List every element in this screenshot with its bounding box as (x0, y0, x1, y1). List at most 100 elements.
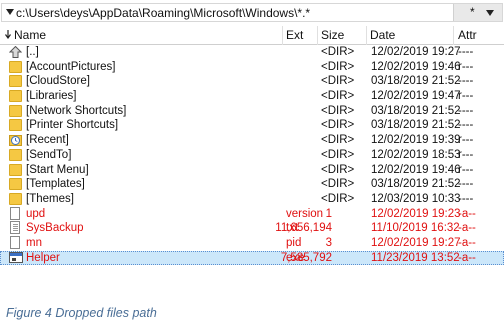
folder-icon (9, 90, 22, 103)
file-name: [Libraries] (26, 90, 77, 103)
file-name: [Printer Shortcuts] (26, 119, 119, 132)
text-file-icon (9, 221, 22, 235)
file-size: <DIR> (321, 60, 355, 73)
file-row[interactable]: mn pid 3 12/02/2019 19:27 -a-- (0, 235, 504, 251)
file-date: 12/02/2019 19:27 (371, 236, 461, 249)
file-attr: -a-- (458, 207, 476, 220)
file-row[interactable]: [SendTo] <DIR> 12/02/2019 18:53 r--- (0, 148, 504, 163)
file-size: 3 (325, 236, 332, 249)
file-row[interactable]: SysBackup txt 11,656,194 11/10/2019 16:32 -a… (0, 221, 504, 236)
file-row[interactable]: Helper exe 7,585,792 11/23/2019 13:52 -a-- (0, 250, 504, 266)
file-size: <DIR> (321, 178, 355, 191)
filter-dropdown-icon[interactable] (486, 10, 494, 16)
file-date: 12/03/2019 10:33 (371, 192, 461, 205)
file-list: [..] <DIR> 12/02/2019 19:27 ---- [AccountPic… (0, 45, 504, 266)
file-attr: ---- (458, 75, 474, 88)
recent-icon (9, 134, 22, 147)
file-size: <DIR> (321, 90, 355, 103)
file-name: mn (26, 236, 42, 249)
file-icon (9, 206, 22, 220)
file-attr: ---- (458, 178, 474, 191)
file-name: [CloudStore] (26, 75, 90, 88)
file-row[interactable]: [Start Menu] <DIR> 12/02/2019 19:46 r--- (0, 163, 504, 178)
column-date[interactable]: Date (370, 28, 395, 42)
file-row[interactable]: [Templates] <DIR> 03/18/2019 21:52 ---- (0, 177, 504, 192)
filter-box[interactable]: * (453, 4, 502, 21)
file-date: 12/02/2019 18:53 (371, 148, 461, 161)
file-size: <DIR> (321, 134, 355, 147)
column-ext[interactable]: Ext (286, 28, 303, 42)
folder-icon (9, 60, 22, 73)
file-attr: -a-- (458, 222, 476, 235)
file-row[interactable]: [Network Shortcuts] <DIR> 03/18/2019 21:52… (0, 104, 504, 119)
file-row[interactable]: [Recent] <DIR> 12/02/2019 19:39 r--- (0, 133, 504, 148)
file-name: [Network Shortcuts] (26, 104, 127, 117)
file-size: <DIR> (321, 192, 355, 205)
file-size: <DIR> (321, 104, 355, 117)
file-row[interactable]: [AccountPictures] <DIR> 12/02/2019 19:46 r-… (0, 60, 504, 75)
file-attr: ---- (458, 192, 474, 205)
column-attr[interactable]: Attr (458, 28, 477, 42)
path-bar[interactable]: c:\Users\deys\AppData\Roaming\Microsoft\… (1, 3, 503, 22)
file-date: 12/02/2019 19:46 (371, 163, 461, 176)
file-name: [AccountPictures] (26, 60, 116, 73)
folder-icon (9, 119, 22, 132)
file-row[interactable]: upd version 1 12/02/2019 19:23 -a-- (0, 206, 504, 222)
file-name: [Themes] (26, 192, 74, 205)
column-divider[interactable] (282, 26, 283, 45)
column-name[interactable]: Name (14, 28, 46, 42)
figure-caption: Figure 4 Dropped files path (6, 306, 157, 320)
file-name: [..] (26, 46, 39, 58)
file-manager-screenshot: c:\Users\deys\AppData\Roaming\Microsoft\… (0, 0, 504, 331)
sort-descending-icon (5, 30, 11, 39)
file-size: 11,656,194 (275, 222, 332, 235)
file-name: SysBackup (26, 222, 84, 235)
file-row[interactable]: [..] <DIR> 12/02/2019 19:27 ---- (0, 45, 504, 60)
column-divider[interactable] (317, 26, 318, 45)
file-row[interactable]: [Libraries] <DIR> 12/02/2019 19:47 r--- (0, 89, 504, 104)
file-date: 12/02/2019 19:27 (371, 46, 461, 58)
column-size[interactable]: Size (321, 28, 344, 42)
folder-icon (9, 192, 22, 205)
file-size: <DIR> (321, 75, 355, 88)
file-date: 11/10/2019 16:32 (371, 222, 460, 235)
file-date: 12/02/2019 19:23 (371, 207, 461, 220)
filter-value: * (470, 5, 475, 19)
file-attr: r--- (458, 163, 474, 176)
file-row[interactable]: [Themes] <DIR> 12/03/2019 10:33 ---- (0, 192, 504, 207)
file-size: 7,585,792 (280, 251, 332, 264)
file-name: Helper (26, 251, 60, 264)
current-path[interactable]: c:\Users\deys\AppData\Roaming\Microsoft\… (16, 6, 310, 20)
file-attr: -a-- (458, 251, 476, 264)
folder-icon (9, 163, 22, 176)
file-date: 12/02/2019 19:46 (371, 60, 461, 73)
column-divider[interactable] (453, 26, 454, 45)
file-date: 03/18/2019 21:52 (371, 119, 461, 132)
file-name: upd (26, 207, 46, 220)
file-ext: version (286, 207, 324, 220)
file-name: [Start Menu] (26, 163, 89, 176)
folder-icon (9, 104, 22, 117)
file-size: <DIR> (321, 163, 355, 176)
column-divider[interactable] (366, 26, 367, 45)
file-attr: r--- (458, 148, 474, 161)
path-dropdown-icon[interactable] (6, 9, 14, 15)
file-attr: ---- (458, 104, 474, 117)
folder-icon (9, 178, 22, 191)
file-attr: ---- (458, 119, 474, 132)
file-size: <DIR> (321, 46, 355, 58)
folder-icon (9, 75, 22, 88)
file-date: 12/02/2019 19:47 (371, 90, 461, 103)
file-row[interactable]: [CloudStore] <DIR> 03/18/2019 21:52 ---- (0, 74, 504, 89)
file-icon (9, 235, 22, 249)
file-size: <DIR> (321, 119, 355, 132)
file-date: 11/23/2019 13:52 (371, 251, 460, 264)
file-row[interactable]: [Printer Shortcuts] <DIR> 03/18/2019 21:52… (0, 118, 504, 133)
file-name: [Templates] (26, 178, 85, 191)
file-attr: ---- (458, 46, 474, 58)
file-date: 03/18/2019 21:52 (371, 104, 461, 117)
file-date: 03/18/2019 21:52 (371, 75, 461, 88)
column-header: Name Ext Size Date Attr (0, 26, 504, 45)
file-size: <DIR> (321, 148, 355, 161)
file-name: [SendTo] (26, 148, 72, 161)
